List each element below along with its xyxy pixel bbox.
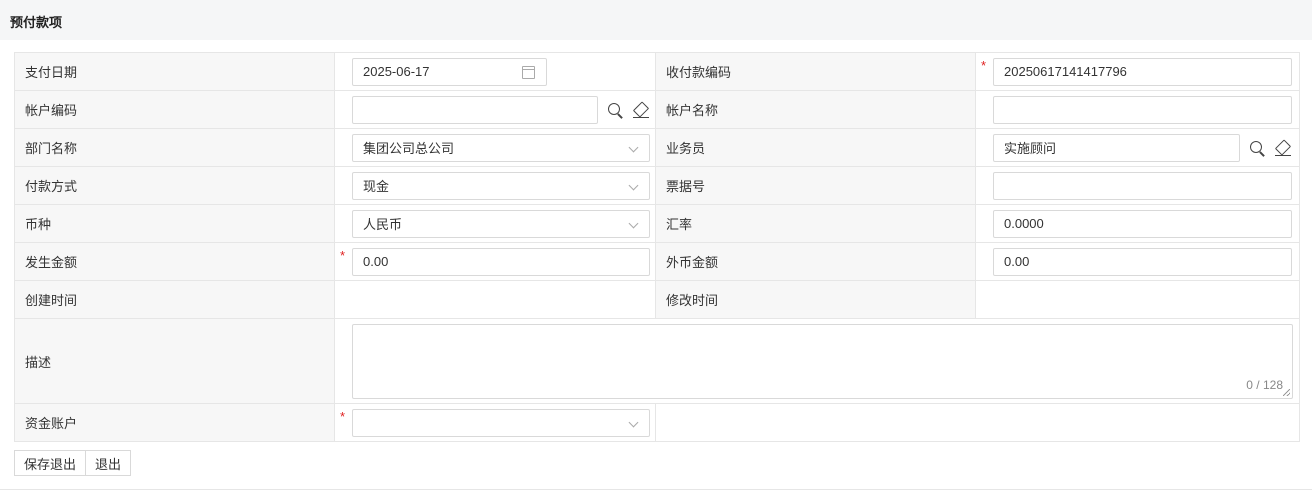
save-exit-button[interactable]: 保存退出 xyxy=(14,450,87,476)
account-code-cell xyxy=(335,91,656,128)
required-mark: * xyxy=(340,248,346,263)
payment-method-cell: 现金 xyxy=(335,167,656,204)
pay-date-input[interactable]: 2025-06-17 xyxy=(352,57,547,86)
receipt-code-cell: * 20250617141417796 xyxy=(976,53,1297,90)
foreign-amount-cell: 0.00 xyxy=(976,243,1297,280)
required-mark: * xyxy=(340,409,346,424)
department-label: 部门名称 xyxy=(15,129,335,166)
payment-method-label: 付款方式 xyxy=(15,167,335,204)
currency-select[interactable]: 人民币 xyxy=(352,209,650,238)
exit-button[interactable]: 退出 xyxy=(86,450,132,476)
eraser-icon[interactable] xyxy=(632,101,650,119)
chevron-down-icon xyxy=(628,417,639,427)
resize-handle-icon[interactable] xyxy=(1283,388,1290,396)
salesperson-value: 实施顾问 xyxy=(1004,141,1057,156)
eraser-icon[interactable] xyxy=(1274,139,1292,157)
account-name-label: 帐户名称 xyxy=(656,91,976,128)
required-mark: * xyxy=(981,58,987,73)
calendar-icon[interactable] xyxy=(522,65,535,79)
search-icon[interactable] xyxy=(606,101,624,119)
fund-account-select[interactable] xyxy=(352,408,650,437)
currency-cell: 人民币 xyxy=(335,205,656,242)
page-title: 预付款项 xyxy=(10,15,63,30)
salesperson-input[interactable]: 实施顾问 xyxy=(993,133,1240,162)
account-name-input[interactable] xyxy=(993,95,1292,124)
foreign-amount-value: 0.00 xyxy=(1004,254,1030,269)
search-icon[interactable] xyxy=(1248,139,1266,157)
chevron-down-icon xyxy=(628,180,639,190)
exchange-rate-value: 0.0000 xyxy=(1004,216,1044,231)
currency-label: 币种 xyxy=(15,205,335,242)
amount-input[interactable]: 0.00 xyxy=(352,247,650,276)
description-cell: 0 / 128 xyxy=(335,319,1298,403)
currency-value: 人民币 xyxy=(363,217,403,232)
form-row: 创建时间 修改时间 xyxy=(15,281,1299,319)
created-time-cell xyxy=(335,281,656,318)
account-code-input[interactable] xyxy=(352,95,599,124)
fund-account-cell: * xyxy=(335,404,656,441)
form-row: 发生金额 * 0.00 外币金额 0.00 xyxy=(15,243,1299,281)
ticket-no-cell xyxy=(976,167,1297,204)
account-code-label: 帐户编码 xyxy=(15,91,335,128)
receipt-code-label: 收付款编码 xyxy=(656,53,976,90)
char-counter: 0 / 128 xyxy=(1246,377,1283,392)
foreign-amount-label: 外币金额 xyxy=(656,243,976,280)
salesperson-cell: 实施顾问 xyxy=(976,129,1297,166)
form-row: 部门名称 集团公司总公司 业务员 实施顾问 xyxy=(15,129,1299,167)
created-time-label: 创建时间 xyxy=(15,281,335,318)
form-row: 描述 0 / 128 xyxy=(15,319,1299,404)
modified-time-label: 修改时间 xyxy=(656,281,976,318)
action-bar: 保存退出 退出 xyxy=(14,450,132,476)
amount-label: 发生金额 xyxy=(15,243,335,280)
exchange-rate-input[interactable]: 0.0000 xyxy=(993,209,1292,238)
form-row: 帐户编码 帐户名称 xyxy=(15,91,1299,129)
description-textarea[interactable]: 0 / 128 xyxy=(352,323,1293,399)
form-row: 支付日期 2025-06-17 收付款编码 * 2025061714141779… xyxy=(15,53,1299,91)
empty-cell xyxy=(656,404,1297,441)
prepayment-form: 支付日期 2025-06-17 收付款编码 * 2025061714141779… xyxy=(14,52,1300,442)
form-row: 付款方式 现金 票据号 xyxy=(15,167,1299,205)
chevron-down-icon xyxy=(628,218,639,228)
page-header: 预付款项 xyxy=(0,0,1312,40)
form-row: 币种 人民币 汇率 0.0000 xyxy=(15,205,1299,243)
chevron-down-icon xyxy=(628,142,639,152)
ticket-no-label: 票据号 xyxy=(656,167,976,204)
pay-date-cell: 2025-06-17 xyxy=(335,53,656,90)
department-value: 集团公司总公司 xyxy=(363,141,455,156)
account-name-cell xyxy=(976,91,1297,128)
department-select[interactable]: 集团公司总公司 xyxy=(352,133,650,162)
payment-method-select[interactable]: 现金 xyxy=(352,171,650,200)
salesperson-label: 业务员 xyxy=(656,129,976,166)
description-label: 描述 xyxy=(15,319,335,403)
exchange-rate-label: 汇率 xyxy=(656,205,976,242)
pay-date-value: 2025-06-17 xyxy=(363,64,430,79)
foreign-amount-input[interactable]: 0.00 xyxy=(993,247,1292,276)
exchange-rate-cell: 0.0000 xyxy=(976,205,1297,242)
amount-value: 0.00 xyxy=(363,254,389,269)
department-cell: 集团公司总公司 xyxy=(335,129,656,166)
amount-cell: * 0.00 xyxy=(335,243,656,280)
divider xyxy=(0,489,1312,490)
form-row: 资金账户 * xyxy=(15,404,1299,442)
ticket-no-input[interactable] xyxy=(993,171,1292,200)
modified-time-cell xyxy=(976,281,1297,318)
fund-account-label: 资金账户 xyxy=(15,404,335,441)
receipt-code-input[interactable]: 20250617141417796 xyxy=(993,57,1292,86)
receipt-code-value: 20250617141417796 xyxy=(1004,64,1127,79)
pay-date-label: 支付日期 xyxy=(15,53,335,90)
payment-method-value: 现金 xyxy=(363,179,390,194)
